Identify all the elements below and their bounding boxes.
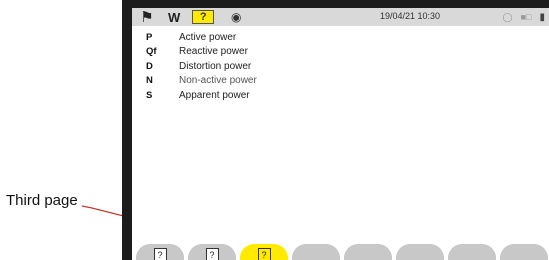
softkey-bar: ? ? ?	[132, 244, 549, 260]
legend-row: S Apparent power	[146, 88, 257, 103]
camera-icon[interactable]: ◉	[228, 9, 244, 25]
battery-icon: ▮	[539, 11, 545, 23]
help-page-2-icon: ?	[205, 248, 219, 260]
legend-label: Distortion power	[179, 60, 252, 72]
datetime: 19/04/21 10:30	[380, 11, 441, 21]
legend-row: D Distortion power	[146, 59, 257, 74]
callout-label: Third page	[6, 192, 78, 209]
legend-symbol: P	[146, 31, 153, 43]
softkey-help-page-3[interactable]: ?	[240, 244, 288, 260]
legend-label: Reactive power	[179, 46, 248, 58]
softkey-empty[interactable]	[292, 244, 340, 260]
softkey-empty[interactable]	[344, 244, 392, 260]
legend-symbol: Qf	[146, 46, 157, 58]
status-bar: ⚑ W ? ◉ 19/04/21 10:30 ◯ ■□ ▮	[132, 8, 549, 26]
legend-row: Qf Reactive power	[146, 45, 257, 60]
status-indicators: ◯ ■□ ▮	[503, 9, 545, 25]
help-icon[interactable]: ?	[192, 10, 215, 24]
device-frame: ⚑ W ? ◉ 19/04/21 10:30 ◯ ■□ ▮ P Active p…	[122, 0, 549, 260]
softkey-help-page-2[interactable]: ?	[188, 244, 236, 260]
mode-label: W	[168, 9, 181, 25]
legend-row: N Non-active power	[146, 74, 257, 89]
network-icon: ■□	[520, 12, 532, 22]
softkey-empty[interactable]	[396, 244, 444, 260]
legend-symbol: D	[146, 60, 153, 72]
recording-icon: ◯	[502, 11, 513, 22]
softkey-empty[interactable]	[500, 244, 548, 260]
legend-label: Active power	[179, 31, 237, 43]
help-page-3-icon: ?	[257, 248, 271, 260]
softkey-help-page-1[interactable]: ?	[136, 244, 184, 260]
legend-row: P Active power	[146, 30, 257, 45]
legend-label: Non-active power	[179, 75, 257, 87]
legend-symbol: N	[146, 75, 153, 87]
home-icon[interactable]: ⚑	[136, 9, 158, 26]
device-screen: ⚑ W ? ◉ 19/04/21 10:30 ◯ ■□ ▮ P Active p…	[132, 8, 549, 260]
legend-label: Apparent power	[179, 89, 250, 101]
help-page-1-icon: ?	[153, 248, 167, 260]
power-legend: P Active power Qf Reactive power D Disto…	[146, 30, 257, 103]
legend-symbol: S	[146, 89, 153, 101]
softkey-empty[interactable]	[448, 244, 496, 260]
